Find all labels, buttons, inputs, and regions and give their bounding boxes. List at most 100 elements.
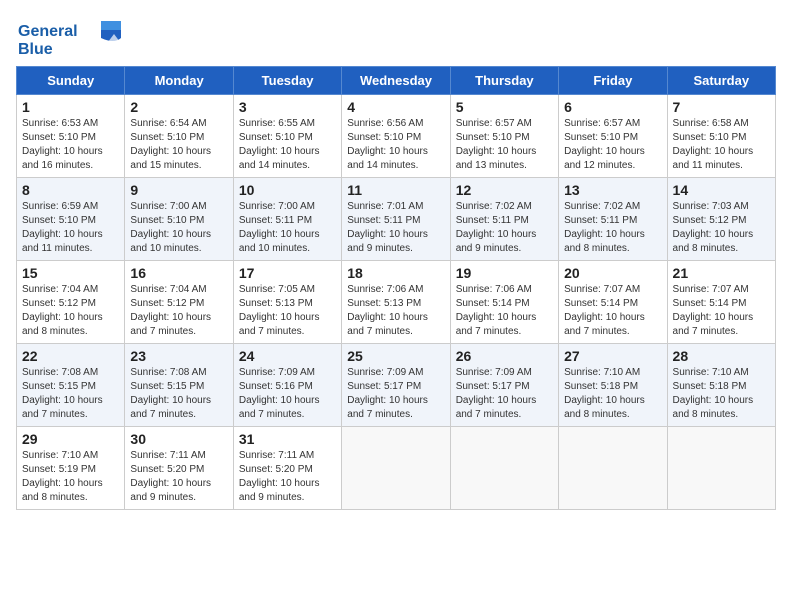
calendar-cell: 1Sunrise: 6:53 AM Sunset: 5:10 PM Daylig… [17, 95, 125, 178]
calendar-cell: 13 Sunrise: 7:02 AM Sunset: 5:11 PM Dayli… [559, 178, 667, 261]
day-info: Sunrise: 7:04 AM Sunset: 5:12 PM Dayligh… [130, 283, 227, 339]
day-info: Sunrise: 7:00 AM Sunset: 5:10 PM Dayligh… [130, 200, 227, 256]
column-header-tuesday: Tuesday [233, 67, 341, 95]
day-info: Sunrise: 7:11 AM Sunset: 5:20 PM Dayligh… [130, 449, 227, 505]
day-number: 8 [22, 182, 119, 198]
calendar-cell: 24 Sunrise: 7:09 AM Sunset: 5:16 PM Dayli… [233, 344, 341, 427]
calendar-cell: 16 Sunrise: 7:04 AM Sunset: 5:12 PM Dayli… [125, 261, 233, 344]
day-number: 28 [673, 348, 770, 364]
day-number: 5 [456, 99, 553, 115]
calendar-cell: 8 Sunrise: 6:59 AM Sunset: 5:10 PM Daylig… [17, 178, 125, 261]
calendar-cell: 14Sunrise: 7:03 AM Sunset: 5:12 PM Dayli… [667, 178, 775, 261]
column-header-wednesday: Wednesday [342, 67, 450, 95]
calendar-cell: 2Sunrise: 6:54 AM Sunset: 5:10 PM Daylig… [125, 95, 233, 178]
day-number: 3 [239, 99, 336, 115]
calendar-cell: 6 Sunrise: 6:57 AM Sunset: 5:10 PM Daylig… [559, 95, 667, 178]
day-number: 25 [347, 348, 444, 364]
calendar-cell: 9 Sunrise: 7:00 AM Sunset: 5:10 PM Daylig… [125, 178, 233, 261]
day-info: Sunrise: 7:10 AM Sunset: 5:18 PM Dayligh… [564, 366, 661, 422]
calendar-cell: 22 Sunrise: 7:08 AM Sunset: 5:15 PM Dayli… [17, 344, 125, 427]
calendar-cell: 18 Sunrise: 7:06 AM Sunset: 5:13 PM Dayli… [342, 261, 450, 344]
calendar-cell [450, 427, 558, 510]
calendar-cell: 26 Sunrise: 7:09 AM Sunset: 5:17 PM Dayli… [450, 344, 558, 427]
calendar-cell [342, 427, 450, 510]
title-section [126, 58, 776, 60]
column-header-monday: Monday [125, 67, 233, 95]
day-number: 29 [22, 431, 119, 447]
day-info: Sunrise: 7:02 AM Sunset: 5:11 PM Dayligh… [456, 200, 553, 256]
week-row: 22 Sunrise: 7:08 AM Sunset: 5:15 PM Dayli… [17, 344, 776, 427]
week-row: 8 Sunrise: 6:59 AM Sunset: 5:10 PM Daylig… [17, 178, 776, 261]
day-number: 16 [130, 265, 227, 281]
day-info: Sunrise: 7:08 AM Sunset: 5:15 PM Dayligh… [22, 366, 119, 422]
calendar-cell: 11 Sunrise: 7:01 AM Sunset: 5:11 PM Dayli… [342, 178, 450, 261]
calendar-cell: 17 Sunrise: 7:05 AM Sunset: 5:13 PM Dayli… [233, 261, 341, 344]
day-number: 18 [347, 265, 444, 281]
calendar-cell: 28 Sunrise: 7:10 AM Sunset: 5:18 PM Dayli… [667, 344, 775, 427]
day-number: 22 [22, 348, 119, 364]
day-number: 13 [564, 182, 661, 198]
day-info: Sunrise: 6:56 AM Sunset: 5:10 PM Dayligh… [347, 117, 444, 173]
day-info: Sunrise: 7:03 AM Sunset: 5:12 PM Dayligh… [673, 200, 770, 256]
day-info: Sunrise: 7:06 AM Sunset: 5:14 PM Dayligh… [456, 283, 553, 339]
calendar-cell: 12 Sunrise: 7:02 AM Sunset: 5:11 PM Dayli… [450, 178, 558, 261]
day-info: Sunrise: 6:59 AM Sunset: 5:10 PM Dayligh… [22, 200, 119, 256]
day-info: Sunrise: 7:01 AM Sunset: 5:11 PM Dayligh… [347, 200, 444, 256]
day-info: Sunrise: 7:06 AM Sunset: 5:13 PM Dayligh… [347, 283, 444, 339]
day-number: 4 [347, 99, 444, 115]
day-info: Sunrise: 7:10 AM Sunset: 5:19 PM Dayligh… [22, 449, 119, 505]
calendar-cell: 29 Sunrise: 7:10 AM Sunset: 5:19 PM Dayli… [17, 427, 125, 510]
day-info: Sunrise: 7:09 AM Sunset: 5:16 PM Dayligh… [239, 366, 336, 422]
calendar-table: SundayMondayTuesdayWednesdayThursdayFrid… [16, 66, 776, 510]
calendar-cell: 19 Sunrise: 7:06 AM Sunset: 5:14 PM Dayli… [450, 261, 558, 344]
day-info: Sunrise: 7:07 AM Sunset: 5:14 PM Dayligh… [564, 283, 661, 339]
svg-text:General: General [18, 23, 78, 40]
column-header-sunday: Sunday [17, 67, 125, 95]
calendar-cell: 7Sunrise: 6:58 AM Sunset: 5:10 PM Daylig… [667, 95, 775, 178]
day-info: Sunrise: 7:09 AM Sunset: 5:17 PM Dayligh… [347, 366, 444, 422]
day-number: 27 [564, 348, 661, 364]
calendar-cell: 5Sunrise: 6:57 AM Sunset: 5:10 PM Daylig… [450, 95, 558, 178]
column-header-saturday: Saturday [667, 67, 775, 95]
day-number: 9 [130, 182, 227, 198]
calendar-cell: 30Sunrise: 7:11 AM Sunset: 5:20 PM Dayli… [125, 427, 233, 510]
day-info: Sunrise: 7:05 AM Sunset: 5:13 PM Dayligh… [239, 283, 336, 339]
day-number: 23 [130, 348, 227, 364]
calendar-cell: 10Sunrise: 7:00 AM Sunset: 5:11 PM Dayli… [233, 178, 341, 261]
day-info: Sunrise: 6:58 AM Sunset: 5:10 PM Dayligh… [673, 117, 770, 173]
calendar-cell: 3 Sunrise: 6:55 AM Sunset: 5:10 PM Daylig… [233, 95, 341, 178]
week-row: 29 Sunrise: 7:10 AM Sunset: 5:19 PM Dayli… [17, 427, 776, 510]
day-number: 20 [564, 265, 661, 281]
day-info: Sunrise: 6:57 AM Sunset: 5:10 PM Dayligh… [564, 117, 661, 173]
column-header-thursday: Thursday [450, 67, 558, 95]
day-info: Sunrise: 7:10 AM Sunset: 5:18 PM Dayligh… [673, 366, 770, 422]
day-info: Sunrise: 7:09 AM Sunset: 5:17 PM Dayligh… [456, 366, 553, 422]
calendar-cell: 20 Sunrise: 7:07 AM Sunset: 5:14 PM Dayli… [559, 261, 667, 344]
day-number: 19 [456, 265, 553, 281]
calendar-cell: 25 Sunrise: 7:09 AM Sunset: 5:17 PM Dayli… [342, 344, 450, 427]
day-number: 17 [239, 265, 336, 281]
day-number: 24 [239, 348, 336, 364]
calendar-cell: 27 Sunrise: 7:10 AM Sunset: 5:18 PM Dayli… [559, 344, 667, 427]
day-number: 6 [564, 99, 661, 115]
day-number: 12 [456, 182, 553, 198]
calendar-cell: 23 Sunrise: 7:08 AM Sunset: 5:15 PM Dayli… [125, 344, 233, 427]
day-info: Sunrise: 7:00 AM Sunset: 5:11 PM Dayligh… [239, 200, 336, 256]
day-info: Sunrise: 6:55 AM Sunset: 5:10 PM Dayligh… [239, 117, 336, 173]
column-header-friday: Friday [559, 67, 667, 95]
day-info: Sunrise: 7:02 AM Sunset: 5:11 PM Dayligh… [564, 200, 661, 256]
week-row: 15 Sunrise: 7:04 AM Sunset: 5:12 PM Dayli… [17, 261, 776, 344]
week-row: 1Sunrise: 6:53 AM Sunset: 5:10 PM Daylig… [17, 95, 776, 178]
calendar-cell: 4 Sunrise: 6:56 AM Sunset: 5:10 PM Daylig… [342, 95, 450, 178]
day-number: 11 [347, 182, 444, 198]
header-row: SundayMondayTuesdayWednesdayThursdayFrid… [17, 67, 776, 95]
day-number: 2 [130, 99, 227, 115]
day-info: Sunrise: 7:08 AM Sunset: 5:15 PM Dayligh… [130, 366, 227, 422]
logo: General Blue [16, 16, 126, 60]
calendar-cell: 21Sunrise: 7:07 AM Sunset: 5:14 PM Dayli… [667, 261, 775, 344]
day-number: 1 [22, 99, 119, 115]
day-number: 26 [456, 348, 553, 364]
day-number: 15 [22, 265, 119, 281]
day-number: 21 [673, 265, 770, 281]
calendar-cell [667, 427, 775, 510]
